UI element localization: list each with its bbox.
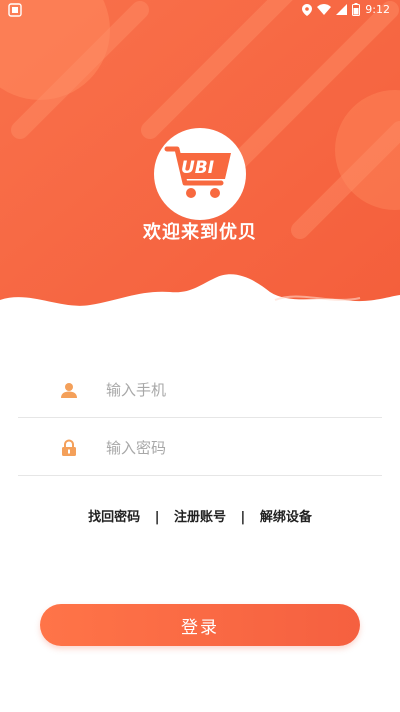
signal-icon — [336, 4, 348, 15]
wifi-icon — [317, 4, 332, 15]
app-logo: UBI — [154, 128, 246, 220]
login-button[interactable]: 登录 — [40, 604, 360, 646]
status-time: 9:12 — [365, 3, 390, 16]
welcome-title: 欢迎来到优贝 — [143, 222, 257, 243]
status-bar-right: 9:12 — [302, 3, 390, 16]
location-icon — [302, 3, 313, 16]
login-screen: 9:12 UBI 欢迎来到优贝 找回密码 | 注册账号 | 解绑设备 — [0, 0, 400, 712]
phone-field — [18, 362, 382, 418]
battery-icon — [352, 3, 361, 16]
lock-icon — [62, 438, 76, 456]
logo-text: UBI — [181, 158, 214, 178]
find-password-link[interactable]: 找回密码 — [88, 510, 140, 525]
password-input[interactable] — [106, 434, 366, 462]
password-field — [18, 420, 382, 476]
user-icon — [61, 382, 77, 398]
app-notification-icon — [8, 3, 22, 17]
status-bar: 9:12 — [0, 0, 400, 20]
shopping-cart-logo-icon: UBI — [164, 146, 231, 198]
unbind-device-link[interactable]: 解绑设备 — [260, 510, 312, 525]
account-links: 找回密码 | 注册账号 | 解绑设备 — [0, 506, 400, 525]
link-separator: | — [240, 510, 246, 525]
phone-input[interactable] — [106, 376, 366, 404]
register-link[interactable]: 注册账号 — [174, 510, 226, 525]
link-separator: | — [154, 510, 160, 525]
